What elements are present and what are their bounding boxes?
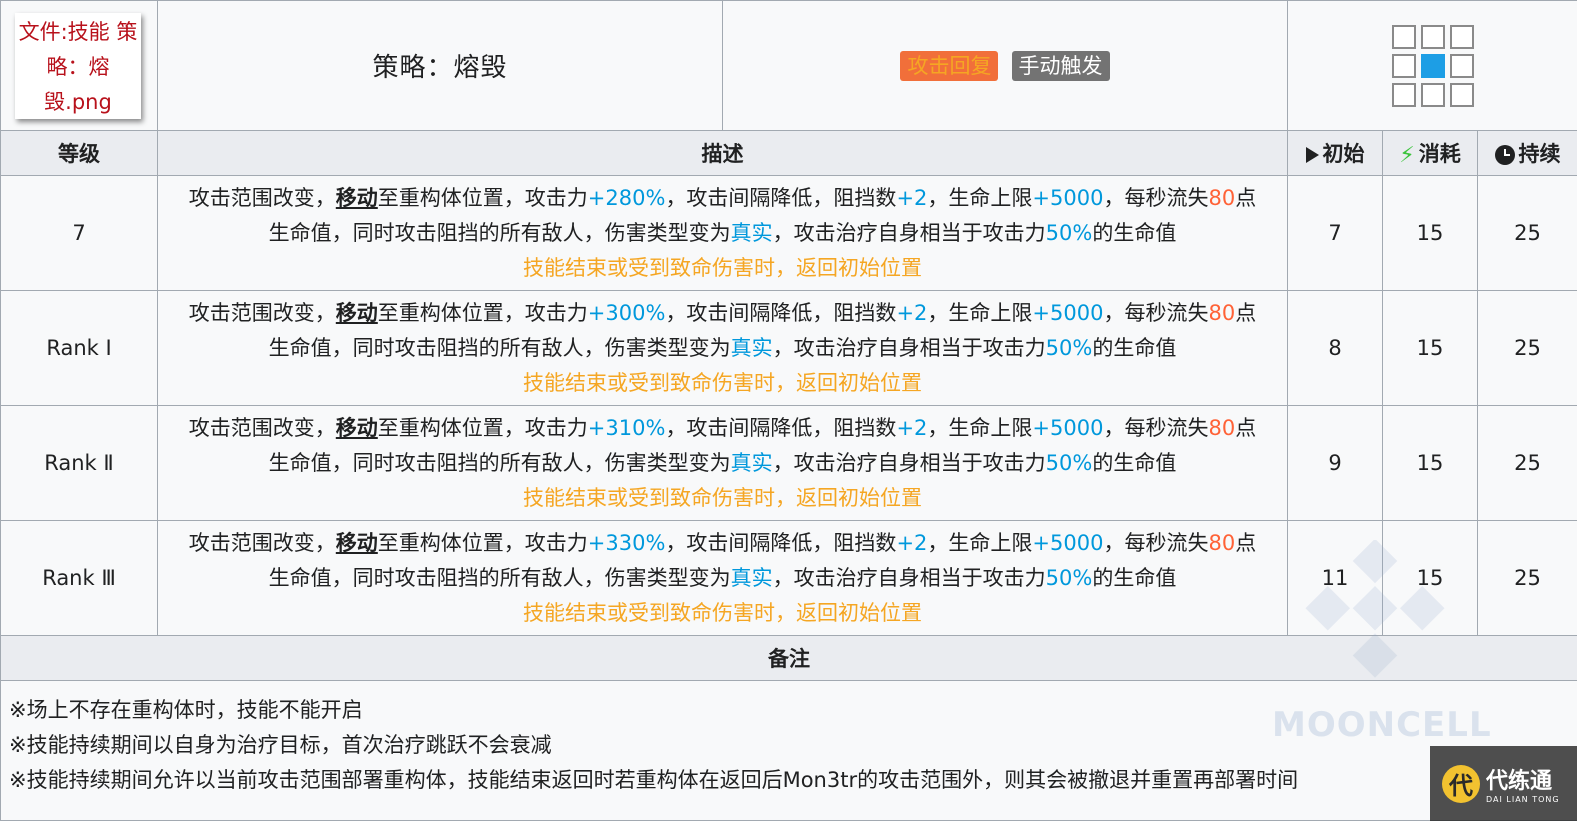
col-level: 等级: [0, 130, 158, 176]
desc-line-1: 攻击范围改变，移动至重构体位置，攻击力+300%，攻击间隔降低，阻挡数+2，生命…: [188, 300, 1257, 325]
skill-icon-cell: 文件:技能 策略：熔毁.png: [0, 0, 158, 131]
level-cell: Rank Ⅲ: [0, 520, 158, 636]
atk-value: +300%: [587, 300, 666, 325]
sp-cost: 15: [1382, 520, 1478, 636]
skill-duration: 25: [1476, 175, 1577, 291]
logo-icon: 代: [1442, 764, 1480, 803]
logo-en: DAI LIAN TONG: [1486, 795, 1560, 804]
level-cell: Rank Ⅰ: [0, 290, 158, 406]
move-link[interactable]: 移动: [336, 531, 378, 555]
logo-cn: 代练通: [1486, 769, 1553, 794]
desc-line-1: 攻击范围改变，移动至重构体位置，攻击力+310%，攻击间隔降低，阻挡数+2，生命…: [188, 415, 1257, 440]
desc-end-note: 技能结束或受到致命伤害时，返回初始位置: [523, 370, 922, 395]
skill-table: 文件:技能 策略：熔毁.png 策略：熔毁 攻击回复 手动触发 等级 描述 初始…: [0, 0, 1577, 821]
desc-cell: 攻击范围改变，移动至重构体位置，攻击力+310%，攻击间隔降低，阻挡数+2，生命…: [157, 405, 1288, 521]
initial-sp: 7: [1287, 175, 1383, 291]
watermark-text: MOONCELL: [1272, 705, 1492, 745]
range-tile: [1449, 53, 1474, 78]
column-header-row: 等级 描述 初始 ⚡ 消耗 持续: [0, 130, 1577, 176]
play-icon: [1305, 147, 1319, 163]
col-initial-label: 初始: [1322, 142, 1365, 166]
col-initial: 初始: [1287, 130, 1383, 176]
move-link[interactable]: 移动: [336, 301, 378, 325]
notes-row: ※场上不存在重构体时，技能不能开启 ※技能持续期间以自身为治疗目标，首次治疗跳跃…: [0, 680, 1577, 821]
range-tile: [1420, 82, 1445, 107]
skill-name: 策略：熔毁: [157, 0, 723, 131]
skill-header-row: 文件:技能 策略：熔毁.png 策略：熔毁 攻击回复 手动触发: [0, 0, 1577, 131]
range-cell: [1286, 0, 1577, 131]
atk-value: +280%: [587, 185, 666, 210]
level-row: Rank Ⅰ 攻击范围改变，移动至重构体位置，攻击力+300%，攻击间隔降低，阻…: [0, 290, 1577, 406]
col-desc: 描述: [157, 130, 1288, 176]
desc-end-note: 技能结束或受到致命伤害时，返回初始位置: [523, 485, 922, 510]
move-link[interactable]: 移动: [336, 186, 378, 210]
desc-end-note: 技能结束或受到致命伤害时，返回初始位置: [523, 600, 922, 625]
sp-cost: 15: [1382, 175, 1478, 291]
skill-duration: 25: [1476, 290, 1577, 406]
move-link[interactable]: 移动: [336, 416, 378, 440]
desc-line-2: 生命值，同时攻击阻挡的所有敌人，伤害类型变为真实，攻击治疗自身相当于攻击力50%…: [268, 335, 1177, 360]
note-line: ※技能持续期间允许以当前攻击范围部署重构体，技能结束返回时若重构体在返回后Mon…: [9, 768, 1299, 792]
level-row: 7 攻击范围改变，移动至重构体位置，攻击力+280%，攻击间隔降低，阻挡数+2，…: [0, 175, 1577, 291]
desc-end-note: 技能结束或受到致命伤害时，返回初始位置: [523, 255, 922, 280]
level-cell: 7: [0, 175, 158, 291]
desc-cell: 攻击范围改变，移动至重构体位置，攻击力+300%，攻击间隔降低，阻挡数+2，生命…: [157, 290, 1288, 406]
recovery-type-badge: 攻击回复: [900, 50, 999, 81]
range-tile: [1391, 82, 1416, 107]
attack-range-grid: [1288, 24, 1577, 107]
range-tile-self: [1420, 53, 1445, 78]
desc-line-2: 生命值，同时攻击阻挡的所有敌人，伤害类型变为真实，攻击治疗自身相当于攻击力50%…: [268, 565, 1177, 590]
desc-cell: 攻击范围改变，移动至重构体位置，攻击力+280%，攻击间隔降低，阻挡数+2，生命…: [157, 175, 1288, 291]
skill-duration: 25: [1476, 520, 1577, 636]
skill-duration: 25: [1476, 405, 1577, 521]
clock-icon: [1494, 145, 1515, 165]
col-duration: 持续: [1476, 130, 1577, 176]
lightning-icon: ⚡: [1399, 142, 1415, 168]
initial-sp: 9: [1287, 405, 1383, 521]
notes-title: 备注: [0, 635, 1577, 681]
desc-cell: 攻击范围改变，移动至重构体位置，攻击力+330%，攻击间隔降低，阻挡数+2，生命…: [157, 520, 1288, 636]
range-tile: [1391, 24, 1416, 49]
desc-line-2: 生命值，同时攻击阻挡的所有敌人，伤害类型变为真实，攻击治疗自身相当于攻击力50%…: [268, 220, 1177, 245]
notes-cell: ※场上不存在重构体时，技能不能开启 ※技能持续期间以自身为治疗目标，首次治疗跳跃…: [0, 680, 1577, 821]
range-tile: [1420, 24, 1445, 49]
range-tile: [1449, 24, 1474, 49]
desc-line-1: 攻击范围改变，移动至重构体位置，攻击力+280%，攻击间隔降低，阻挡数+2，生命…: [188, 185, 1257, 210]
desc-line-2: 生命值，同时攻击阻挡的所有敌人，伤害类型变为真实，攻击治疗自身相当于攻击力50%…: [268, 450, 1177, 475]
sp-cost: 15: [1382, 405, 1478, 521]
sp-cost: 15: [1382, 290, 1478, 406]
col-duration-label: 持续: [1518, 142, 1561, 166]
site-logo[interactable]: 代 代练通 DAI LIAN TONG: [1430, 746, 1577, 821]
skill-icon-link[interactable]: 文件:技能 策略：熔毁.png: [15, 13, 141, 119]
atk-value: +330%: [587, 530, 666, 555]
col-cost-label: 消耗: [1418, 142, 1461, 166]
notes-header-row: 备注: [0, 635, 1577, 681]
col-cost: ⚡ 消耗: [1382, 130, 1478, 176]
initial-sp: 8: [1287, 290, 1383, 406]
level-row: Rank Ⅱ 攻击范围改变，移动至重构体位置，攻击力+310%，攻击间隔降低，阻…: [0, 405, 1577, 521]
level-row: Rank Ⅲ 攻击范围改变，移动至重构体位置，攻击力+330%，攻击间隔降低，阻…: [0, 520, 1577, 636]
trigger-type-badge: 手动触发: [1011, 50, 1110, 81]
range-tile: [1391, 53, 1416, 78]
logo-text: 代练通 DAI LIAN TONG: [1486, 763, 1560, 804]
skill-badges: 攻击回复 手动触发: [722, 0, 1288, 131]
range-tile: [1449, 82, 1474, 107]
atk-value: +310%: [587, 415, 666, 440]
desc-line-1: 攻击范围改变，移动至重构体位置，攻击力+330%，攻击间隔降低，阻挡数+2，生命…: [188, 530, 1257, 555]
level-cell: Rank Ⅱ: [0, 405, 158, 521]
initial-sp: 11: [1287, 520, 1383, 636]
